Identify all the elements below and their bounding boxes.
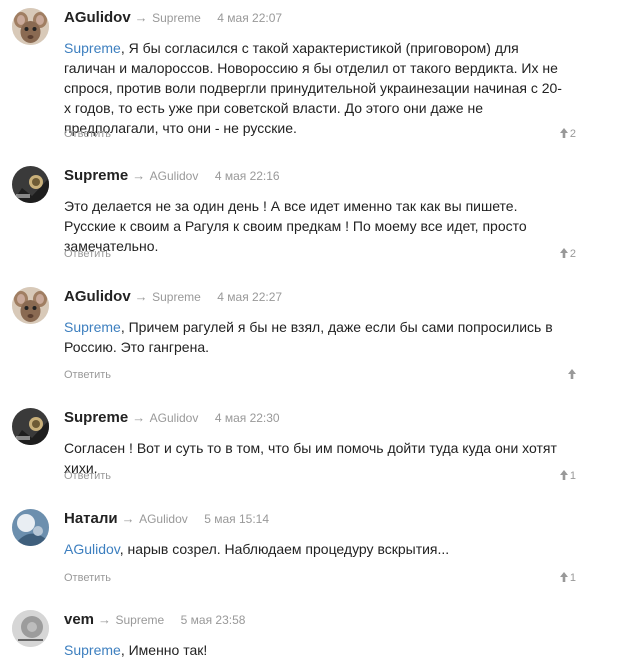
mention-link[interactable]: AGulidov — [64, 541, 120, 557]
arrow-up-icon — [560, 128, 568, 138]
reply-to-link[interactable]: Supreme — [152, 290, 201, 304]
comment-actions: Ответить 2 — [64, 128, 576, 142]
comment-body: , нарыв созрел. Наблюдаем процедуру вскр… — [119, 541, 450, 557]
reply-to-link[interactable]: AGulidov — [150, 411, 199, 425]
comment-header: AGulidov → Supreme 4 мая 22:27 — [64, 287, 282, 307]
comment-header: vem → Supreme 5 мая 23:58 — [64, 610, 245, 630]
arrow-right-icon: → — [98, 612, 112, 627]
comment-date: 4 мая 22:16 — [214, 169, 280, 183]
comment-date: 5 мая 15:14 — [204, 512, 270, 526]
comment-header: Supreme → AGulidov 4 мая 22:16 — [64, 166, 280, 186]
avatar[interactable] — [12, 610, 49, 647]
comment-header: Натали → AGulidov 5 мая 15:14 — [64, 509, 269, 529]
arrow-right-icon: → — [134, 10, 148, 25]
upvote-button[interactable] — [568, 369, 576, 381]
upvote-button[interactable]: 1 — [560, 572, 576, 584]
comment-text: Это делается не за один день ! А все иде… — [64, 196, 564, 256]
comment-header: AGulidov → Supreme 4 мая 22:07 — [64, 8, 282, 28]
avatar[interactable] — [12, 8, 49, 45]
arrow-right-icon: → — [132, 410, 146, 425]
vem-avatar-icon — [12, 610, 49, 647]
supreme-avatar-icon — [12, 166, 49, 203]
author-name[interactable]: vem — [64, 611, 94, 628]
comment-actions: Ответить 1 — [64, 470, 576, 484]
comment-date: 5 мая 23:58 — [180, 613, 246, 627]
rat-icon — [12, 287, 49, 324]
arrow-right-icon: → — [132, 168, 146, 183]
comment-body: , Я бы согласился с такой характеристико… — [64, 40, 562, 136]
author-name[interactable]: AGulidov — [64, 9, 131, 26]
arrow-up-icon — [568, 369, 576, 379]
reply-button[interactable]: Ответить — [64, 369, 111, 381]
supreme-avatar-icon — [12, 408, 49, 445]
reply-to-link[interactable]: Supreme — [115, 613, 164, 627]
avatar[interactable] — [12, 166, 49, 203]
comment-actions: Ответить 2 — [64, 248, 576, 262]
comment-date: 4 мая 22:07 — [217, 11, 283, 25]
comment-body: , Именно так! — [120, 642, 208, 658]
comments-feed: AGulidov → Supreme 4 мая 22:07 Supreme, Я… — [0, 0, 620, 667]
author-name[interactable]: Supreme — [64, 409, 128, 426]
arrow-up-icon — [560, 470, 568, 480]
rating-count: 2 — [569, 248, 576, 260]
comment-text: AGulidov, нарыв созрел. Наблюдаем процед… — [64, 539, 564, 559]
arrow-up-icon — [560, 572, 568, 582]
comment-header: Supreme → AGulidov 4 мая 22:30 — [64, 408, 280, 428]
comment-body: Это делается не за один день ! А все иде… — [64, 198, 527, 254]
rating-count: 1 — [569, 572, 576, 584]
author-name[interactable]: AGulidov — [64, 288, 131, 305]
comment-body: , Причем рагулей я бы не взял, даже если… — [64, 319, 553, 355]
reply-button[interactable]: Ответить — [64, 470, 111, 482]
mention-link[interactable]: Supreme — [64, 40, 121, 56]
reply-to-link[interactable]: Supreme — [152, 11, 201, 25]
reply-to-link[interactable]: AGulidov — [150, 169, 199, 183]
rat-icon — [12, 8, 49, 45]
arrow-right-icon: → — [121, 511, 135, 526]
upvote-button[interactable]: 1 — [560, 470, 576, 482]
mention-link[interactable]: Supreme — [64, 319, 121, 335]
natali-avatar-icon — [12, 509, 49, 546]
upvote-button[interactable]: 2 — [560, 128, 576, 140]
comment-date: 4 мая 22:30 — [214, 411, 280, 425]
avatar[interactable] — [12, 509, 49, 546]
rating-count: 2 — [569, 128, 576, 140]
avatar[interactable] — [12, 408, 49, 445]
upvote-button[interactable]: 2 — [560, 248, 576, 260]
avatar[interactable] — [12, 287, 49, 324]
comment-text: Supreme, Я бы согласился с такой характе… — [64, 38, 564, 138]
reply-button[interactable]: Ответить — [64, 128, 111, 140]
reply-to-link[interactable]: AGulidov — [139, 512, 188, 526]
comment-text: Supreme, Причем рагулей я бы не взял, да… — [64, 317, 564, 357]
reply-button[interactable]: Ответить — [64, 572, 111, 584]
author-name[interactable]: Supreme — [64, 167, 128, 184]
arrow-right-icon: → — [134, 289, 148, 304]
author-name[interactable]: Натали — [64, 510, 118, 527]
comment-actions: Ответить — [64, 369, 576, 383]
rating-count: 1 — [569, 470, 576, 482]
arrow-up-icon — [560, 248, 568, 258]
comment-actions: Ответить 1 — [64, 572, 576, 586]
comment-date: 4 мая 22:27 — [217, 290, 283, 304]
reply-button[interactable]: Ответить — [64, 248, 111, 260]
comment-text: Supreme, Именно так! — [64, 640, 564, 660]
mention-link[interactable]: Supreme — [64, 642, 121, 658]
